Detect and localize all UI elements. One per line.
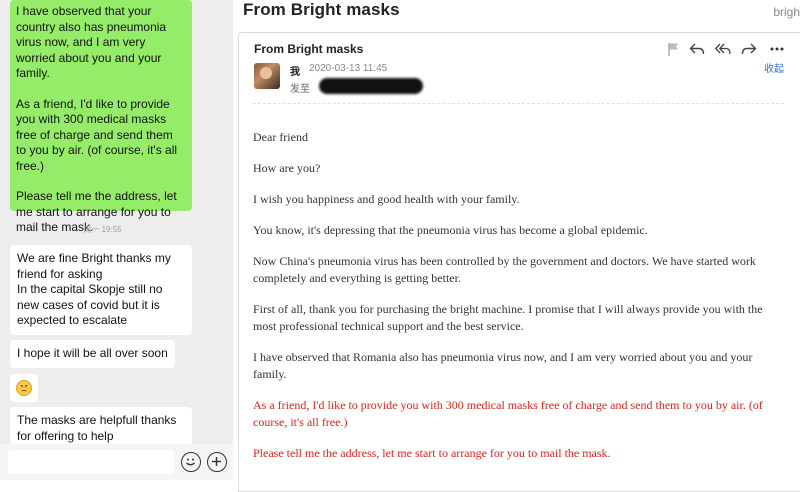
sent-message-bubble[interactable]: I have observed that your country also h… — [10, 0, 192, 234]
chat-message-input[interactable] — [8, 450, 174, 474]
chat-panel: I have observed that your country also h… — [0, 0, 233, 480]
message-text: I hope it will be all over soon — [17, 346, 168, 360]
body-paragraph: You know, it's depressing that the pneum… — [253, 223, 648, 237]
message-text: The masks are helpfull thanks for offeri… — [17, 413, 177, 443]
message-timestamp: 周一 19:55 — [83, 225, 122, 234]
add-attachment-icon[interactable] — [207, 452, 227, 472]
reply-icon[interactable] — [689, 41, 705, 57]
sent-time: 2020-03-13 11:45 — [309, 63, 388, 74]
redacted-recipient — [319, 78, 423, 94]
body-paragraph: How are you? — [253, 161, 321, 175]
mail-header-title: From Bright masks — [243, 0, 400, 19]
received-message-bubble[interactable]: I hope it will be all over soon — [10, 340, 175, 368]
body-paragraph: I wish you happiness and good health wit… — [253, 192, 520, 206]
emoji-button-icon[interactable] — [181, 452, 201, 472]
reply-all-icon[interactable] — [715, 41, 731, 57]
received-message-bubble[interactable]: We are fine Bright thanks my friend for … — [10, 245, 192, 335]
message-paragraph: As a friend, I'd like to provide you wit… — [16, 96, 178, 173]
flag-icon[interactable] — [666, 41, 682, 57]
mail-toolbar — [239, 41, 800, 57]
mail-header-brand: brigh — [773, 5, 800, 19]
recipient-label: 发至 — [290, 84, 310, 95]
body-paragraph-highlight: Please tell me the address, let me start… — [253, 446, 611, 460]
received-emoji-bubble[interactable] — [10, 374, 38, 402]
sender-name[interactable]: 我 — [290, 63, 300, 78]
header-divider — [253, 103, 784, 104]
message-paragraph: I have observed that your country also h… — [16, 4, 167, 80]
body-paragraph: Dear friend — [253, 130, 308, 144]
body-paragraph: First of all, thank you for purchasing t… — [253, 302, 763, 333]
sender-avatar[interactable] — [254, 63, 280, 89]
message-text: We are fine Bright thanks my friend for … — [17, 251, 171, 327]
slightly-smiling-face-icon — [16, 380, 32, 396]
message-list[interactable]: I have observed that your country also h… — [0, 0, 233, 450]
body-paragraph: Now China's pneumonia virus has been con… — [253, 254, 756, 285]
chat-input-bar — [0, 444, 233, 480]
body-paragraph: I have observed that Romania also has pn… — [253, 350, 753, 381]
body-paragraph-highlight: As a friend, I'd like to provide you wit… — [253, 398, 763, 429]
mail-header: From Bright masks brigh — [234, 0, 800, 32]
collapse-link[interactable]: 收起 — [764, 60, 784, 75]
more-icon[interactable] — [769, 41, 785, 57]
mail-body: Dear friend How are you? I wish you happ… — [253, 129, 783, 476]
forward-icon[interactable] — [741, 41, 757, 57]
mail-card: From Bright masks 我 2020-03-13 11:45 发至 … — [238, 32, 800, 492]
